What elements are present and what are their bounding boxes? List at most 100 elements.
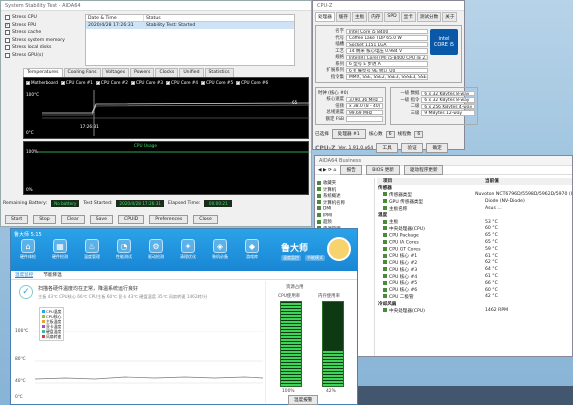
option-3[interactable]: Stress system memory bbox=[5, 37, 85, 45]
driver-update-button[interactable]: 驱动程序更新 bbox=[403, 165, 444, 175]
mascot-avatar[interactable] bbox=[327, 237, 351, 261]
tab-0[interactable]: Temperatures bbox=[23, 68, 63, 77]
ok-button[interactable]: 确定 bbox=[426, 143, 449, 153]
sensor-row[interactable]: CPU 核心 #1 61 °C bbox=[377, 253, 572, 260]
toolbar-nav-icons[interactable]: ◀ ▶ ⟳ ⌂ bbox=[318, 168, 336, 173]
sensor-row[interactable]: CPU 核心 #2 62 °C bbox=[377, 260, 572, 267]
folder-icon bbox=[317, 212, 321, 217]
tab-4[interactable]: Clocks bbox=[155, 68, 179, 77]
stop-button[interactable]: Stop bbox=[33, 215, 56, 224]
nav-item-3[interactable]: ◔ 性能测试 bbox=[113, 239, 135, 260]
checkbox[interactable] bbox=[5, 37, 10, 43]
nav-item-7[interactable]: ◆ 游戏库 bbox=[241, 239, 263, 260]
power-saving-button[interactable]: 节能模式 bbox=[305, 255, 325, 261]
sensor-row[interactable]: GPU 传感器类型 Diode (NV-Diode) bbox=[377, 198, 572, 205]
cpuz-tab-2[interactable]: 主板 bbox=[352, 12, 368, 22]
sensor-icon bbox=[383, 267, 387, 272]
nav-icon: ⌂ bbox=[21, 239, 35, 253]
sensor-row[interactable]: CPU 核心 #4 61 °C bbox=[377, 273, 572, 280]
sensor-row[interactable]: CPU 核心 #5 66 °C bbox=[377, 280, 572, 287]
sensor-value: 66 °C bbox=[485, 280, 498, 286]
nav-item-2[interactable]: ♨ 温度管理 bbox=[81, 239, 103, 260]
tab-1[interactable]: Cooling Fans bbox=[63, 68, 101, 77]
nav-item-0[interactable]: ⌂ 硬件体检 bbox=[17, 239, 39, 260]
close-button[interactable]: Close bbox=[193, 215, 218, 224]
nav-label: 驱动检测 bbox=[148, 254, 164, 259]
cpuz-tab-1[interactable]: 缓存 bbox=[335, 12, 351, 22]
tab-energy-saving[interactable]: 节能降温 bbox=[43, 272, 61, 278]
sensor-section[interactable]: 冷却风扇 bbox=[377, 300, 572, 307]
clear-button[interactable]: Clear bbox=[60, 215, 85, 224]
elapsed-value: 00:00:21 bbox=[204, 199, 233, 207]
bios-update-button[interactable]: BIOS 更新 bbox=[366, 165, 400, 175]
temp-monitor-button[interactable]: 温度监控 bbox=[281, 255, 301, 261]
processor-select[interactable]: 处理器 #1 bbox=[331, 129, 366, 139]
temperature-graph: ✓ Motherboard ✓ CPU Core #1 ✓ CPU Core #2 ✓ CPU… bbox=[23, 77, 310, 139]
sensor-row[interactable]: CPU IA Cores 65 °C bbox=[377, 239, 572, 246]
tab-2[interactable]: Voltages bbox=[101, 68, 130, 77]
cpuz-tab-6[interactable]: 测试分数 bbox=[416, 12, 442, 22]
cpuid-button[interactable]: CPUID bbox=[117, 215, 145, 224]
cpuz-window[interactable]: CPU-Z 处理器 缓存 主板 内存 SPD 显卡 测试分数 关于 intel CORE i5… bbox=[312, 0, 479, 153]
option-0[interactable]: Stress CPU bbox=[5, 14, 85, 22]
preferences-button[interactable]: Preferences bbox=[149, 215, 189, 224]
sensor-row[interactable]: 中央处理器(CPU) 1462 RPM bbox=[377, 307, 572, 314]
temp-alarm-button[interactable]: 温度报警 bbox=[288, 395, 319, 405]
sensor-value: 42 °C bbox=[485, 294, 498, 300]
checkbox[interactable] bbox=[5, 45, 10, 51]
kv-key: 一级 指令 bbox=[400, 97, 420, 103]
cpuz-brand: CPU-Z bbox=[315, 144, 336, 152]
threads-value: 6 bbox=[414, 130, 424, 138]
cpu-usage-graph: CPU Usage 100% 0% bbox=[23, 141, 310, 195]
option-2[interactable]: Stress cache bbox=[5, 29, 85, 37]
report-button[interactable]: 报告 bbox=[340, 165, 363, 175]
sensor-row[interactable]: CPU Package 65 °C bbox=[377, 232, 572, 239]
sensor-row[interactable]: 传感器类型 Nuvoton NCT6796D/5598D/5962D/5970 (… bbox=[377, 192, 572, 199]
tab-temp-monitor[interactable]: 温度监控 bbox=[15, 272, 34, 278]
start-button[interactable]: Start bbox=[5, 215, 29, 224]
checkbox[interactable] bbox=[5, 30, 10, 36]
checkbox[interactable]: ✓ bbox=[5, 22, 10, 28]
option-1[interactable]: ✓ Stress FPU bbox=[5, 22, 85, 30]
kv-row: 扩展系列 6 扩展型号 9E 修订 U0 bbox=[318, 67, 428, 74]
tab-3[interactable]: Powers bbox=[130, 68, 155, 77]
sensor-row[interactable]: 主板名称 Asus ... bbox=[377, 205, 572, 212]
ludashi-window[interactable]: 鲁大师 5.15 ⌂ 硬件体检 ▦ 硬件检测 ♨ 温度管理 ◔ 性能测试 ⚙ 驱动检测 ✦ 清理优化 ◈… bbox=[10, 228, 358, 405]
checkbox[interactable] bbox=[5, 52, 10, 58]
tab-6[interactable]: Statistics bbox=[204, 68, 234, 77]
sensor-row[interactable]: 主板 53 °C bbox=[377, 219, 572, 226]
cpuz-tab-3[interactable]: 内存 bbox=[368, 12, 384, 22]
resource-panel: 资源占用 CPU使用率 内存使用率 100% 42% 温度报警 bbox=[265, 281, 357, 405]
save-button[interactable]: Save bbox=[89, 215, 113, 224]
nav-item-5[interactable]: ✦ 清理优化 bbox=[177, 239, 199, 260]
log-row[interactable]: 2020/4/28 17:26:31 Stability Test: Start… bbox=[86, 22, 294, 29]
sensor-section[interactable]: 温度 bbox=[377, 212, 572, 219]
kv-value: 14 纳米 核心电压 0.984 V bbox=[346, 48, 428, 54]
sensor-section[interactable]: 传感器 bbox=[377, 185, 572, 192]
sensor-row[interactable]: CPU 核心 #3 64 °C bbox=[377, 266, 572, 273]
sensor-row[interactable]: CPU 核心 #6 60 °C bbox=[377, 287, 572, 294]
status-detail: 主板 43℃ CPU核心 66℃ CPU主板 60℃ 显卡 43℃ 硬盘温度 3… bbox=[38, 294, 208, 299]
verify-button[interactable]: 验证 bbox=[401, 143, 424, 153]
sensor-row[interactable]: CPU GT Cores 59 °C bbox=[377, 246, 572, 253]
legend-label: 风扇转速 bbox=[46, 333, 62, 339]
nav-item-4[interactable]: ⚙ 驱动检测 bbox=[145, 239, 167, 260]
nav-item-6[interactable]: ◈ 装机必备 bbox=[209, 239, 231, 260]
kv-row: 系列 6 型号 E 步进 A bbox=[318, 61, 428, 68]
cpuz-tab-0[interactable]: 处理器 bbox=[315, 12, 335, 22]
stress-tabs: Temperatures Cooling Fans Voltages Powers Cl… bbox=[23, 68, 311, 77]
sensor-row[interactable]: 中央处理器(CPU) 60 °C bbox=[377, 226, 572, 233]
legend-item[interactable]: 风扇转速 bbox=[42, 334, 61, 339]
cpuz-tab-5[interactable]: 显卡 bbox=[400, 12, 416, 22]
aida-sensor-list: 项目 当前值 传感器 传感器类型 Nuvoton NCT6796D/5598D/59… bbox=[377, 178, 572, 356]
tab-5[interactable]: Unified bbox=[179, 68, 204, 77]
checkbox[interactable] bbox=[5, 15, 10, 21]
cpuz-tab-4[interactable]: SPD bbox=[384, 12, 400, 22]
cpuz-tab-7[interactable]: 关于 bbox=[442, 12, 458, 22]
option-5[interactable]: Stress GPU(s) bbox=[5, 52, 85, 60]
option-4[interactable]: Stress local disks bbox=[5, 44, 85, 52]
nav-item-1[interactable]: ▦ 硬件检测 bbox=[49, 239, 71, 260]
stress-test-window[interactable]: System Stability Test - AIDA64 Stress CP… bbox=[0, 0, 312, 227]
tools-button[interactable]: 工具 bbox=[376, 143, 399, 153]
sensor-row[interactable]: CPU 二极管 42 °C bbox=[377, 294, 572, 301]
